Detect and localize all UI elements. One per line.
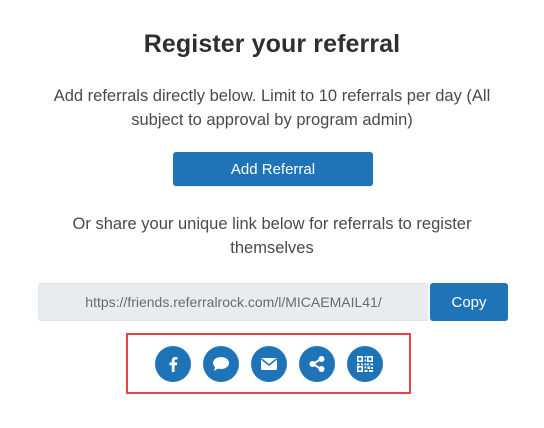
- facebook-share-button[interactable]: [154, 345, 191, 382]
- referral-link-row: Copy: [38, 283, 508, 321]
- email-share-button[interactable]: [250, 345, 287, 382]
- copy-button[interactable]: Copy: [430, 283, 508, 321]
- sms-share-button[interactable]: [202, 345, 239, 382]
- referral-card: Register your referral Add referrals dir…: [0, 0, 544, 428]
- add-referral-button[interactable]: Add Referral: [173, 152, 373, 186]
- share-icon-group: [126, 333, 411, 394]
- page-title: Register your referral: [143, 30, 401, 58]
- qr-code-icon: [356, 355, 373, 372]
- chat-bubble-icon: [212, 356, 229, 371]
- email-icon: [260, 357, 277, 370]
- generic-share-button[interactable]: [298, 345, 335, 382]
- description-text: Add referrals directly below. Limit to 1…: [53, 87, 491, 129]
- share-icon: [309, 355, 324, 372]
- facebook-icon: [169, 356, 177, 372]
- share-instructions-text: Or share your unique link below for refe…: [72, 215, 472, 257]
- qr-code-share-button[interactable]: [346, 345, 383, 382]
- referral-link-input[interactable]: [38, 283, 428, 321]
